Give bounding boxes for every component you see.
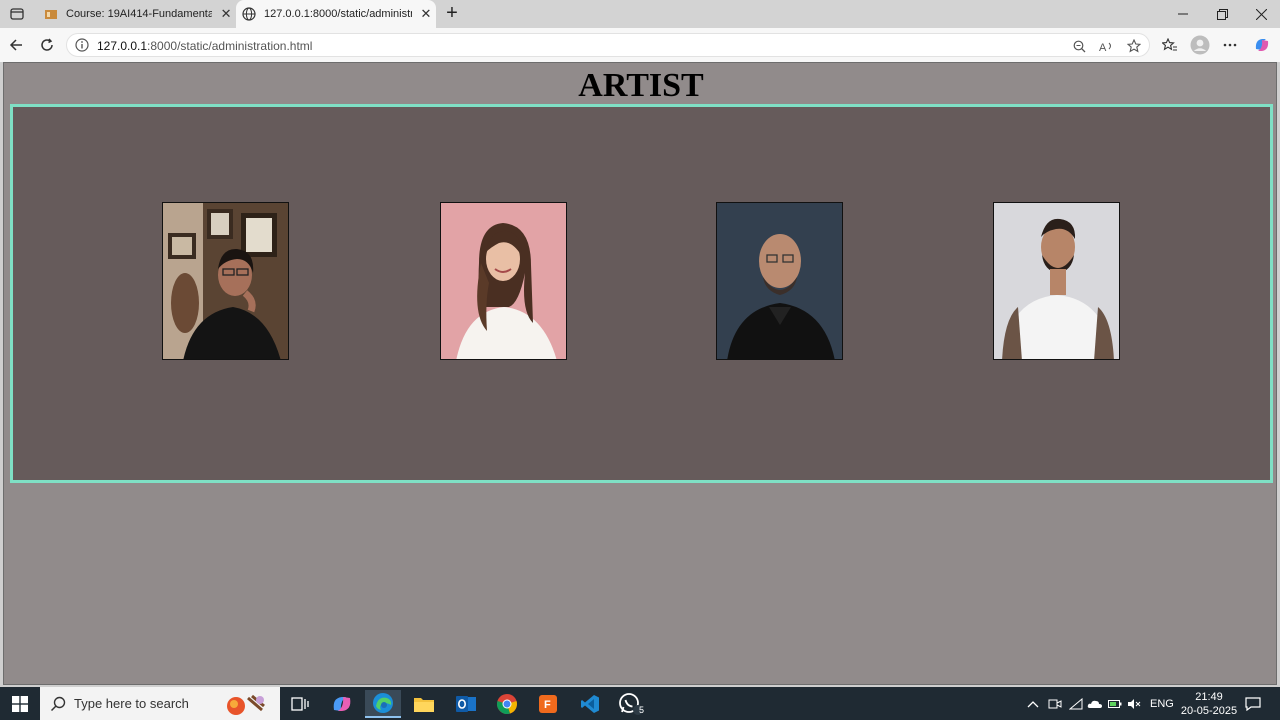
favorites-icon[interactable] — [1159, 34, 1181, 56]
file-explorer-icon[interactable] — [406, 690, 442, 718]
read-aloud-icon[interactable]: A — [1098, 37, 1116, 55]
restore-button[interactable] — [1203, 0, 1241, 28]
new-tab-button[interactable]: + — [442, 3, 462, 24]
outlook-icon[interactable] — [448, 690, 484, 718]
browser-toolbar: 127.0.0.1:8000/static/administration.htm… — [0, 28, 1280, 62]
whatsapp-icon[interactable]: 5 — [613, 690, 649, 718]
course-favicon-icon — [44, 7, 58, 21]
refresh-button[interactable] — [36, 34, 58, 56]
close-tab-icon[interactable]: ✕ — [418, 6, 434, 22]
vscode-icon[interactable] — [572, 690, 608, 718]
svg-text:A: A — [1099, 42, 1107, 53]
artist-gallery — [10, 104, 1273, 483]
artist-photo-4[interactable] — [993, 202, 1120, 360]
taskbar-search[interactable]: Type here to search — [40, 687, 280, 720]
search-icon — [50, 696, 66, 712]
back-button[interactable] — [5, 34, 27, 56]
copilot-icon[interactable] — [1251, 34, 1273, 56]
search-highlight-icon — [222, 692, 272, 716]
copilot-app-icon[interactable] — [324, 690, 360, 718]
task-view-icon[interactable] — [282, 690, 318, 718]
chrome-icon[interactable] — [489, 690, 525, 718]
tab-title: 127.0.0.1:8000/static/administration.htm… — [264, 8, 412, 20]
zoom-icon[interactable] — [1070, 37, 1088, 55]
network-icon[interactable] — [1069, 687, 1083, 720]
svg-text:F: F — [544, 699, 551, 711]
meet-now-icon[interactable] — [1048, 687, 1062, 720]
artist-photo-2[interactable] — [440, 202, 567, 360]
battery-icon[interactable] — [1108, 687, 1122, 720]
tab-strip: Course: 19AI414-Fundamentals of Web Appl… — [0, 0, 1280, 28]
minimize-button[interactable] — [1164, 0, 1202, 28]
volume-muted-icon[interactable] — [1127, 687, 1141, 720]
windows-start-icon[interactable] — [0, 687, 40, 720]
tab-administration[interactable]: 127.0.0.1:8000/static/administration.htm… — [236, 0, 436, 28]
clock-time: 21:49 — [1195, 691, 1223, 703]
url-text: 127.0.0.1:8000/static/administration.htm… — [97, 39, 312, 53]
tab-course[interactable]: Course: 19AI414-Fundamentals of Web Appl… — [36, 0, 234, 28]
language-indicator[interactable]: ENG — [1150, 687, 1174, 720]
system-clock[interactable]: 21:49 20-05-2025 — [1178, 690, 1240, 718]
close-tab-icon[interactable]: ✕ — [218, 6, 234, 22]
tab-title: Course: 19AI414-Fundamentals of Web Appl… — [66, 8, 213, 20]
site-info-icon[interactable] — [75, 38, 89, 52]
url-path: :8000/static/administration.html — [147, 39, 313, 53]
globe-icon — [242, 7, 256, 21]
more-menu-icon[interactable] — [1219, 34, 1241, 56]
edge-browser-icon[interactable] — [365, 690, 401, 718]
show-hidden-icons[interactable] — [1027, 687, 1039, 720]
whatsapp-badge: 5 — [639, 705, 645, 715]
foxit-pdf-icon[interactable]: F — [530, 690, 566, 718]
page-viewport: ARTIST — [3, 62, 1277, 685]
artist-photo-1[interactable] — [162, 202, 289, 360]
clock-date: 20-05-2025 — [1180, 705, 1238, 717]
onedrive-icon[interactable] — [1087, 687, 1103, 720]
page-title: ARTIST — [578, 67, 704, 104]
close-window-button[interactable] — [1242, 0, 1280, 28]
profile-avatar-icon[interactable] — [1189, 34, 1211, 56]
address-bar[interactable]: 127.0.0.1:8000/static/administration.htm… — [66, 33, 1150, 57]
url-host: 127.0.0.1 — [97, 39, 148, 53]
taskbar: Type here to search F 5 ENG 21:49 20-05-… — [0, 687, 1280, 720]
tab-actions-icon[interactable] — [6, 4, 28, 24]
favorite-star-icon[interactable] — [1125, 37, 1143, 55]
notifications-icon[interactable] — [1245, 687, 1261, 720]
artist-photo-3[interactable] — [716, 202, 843, 360]
search-placeholder: Type here to search — [74, 696, 189, 711]
